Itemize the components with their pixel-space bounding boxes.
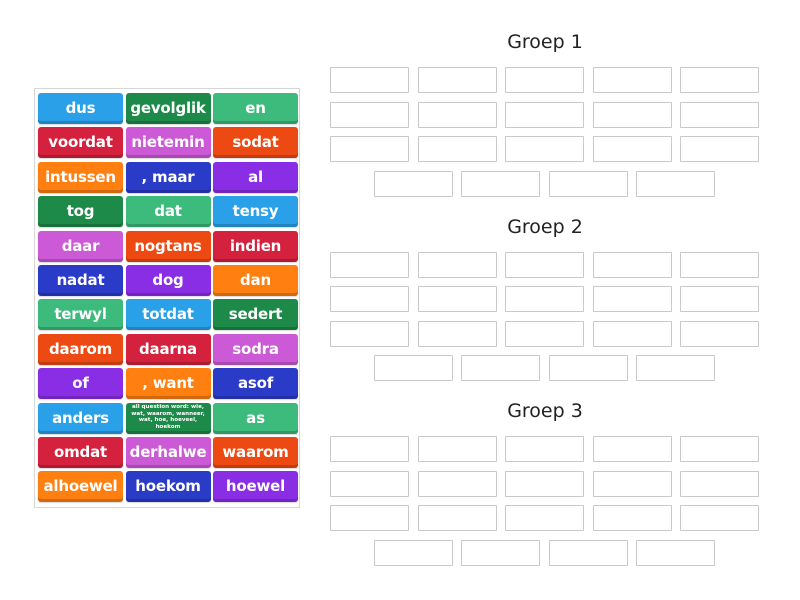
drop-slot[interactable] <box>505 286 584 313</box>
drop-slot[interactable] <box>680 320 759 347</box>
drop-slot[interactable] <box>330 251 409 278</box>
word-tile[interactable]: dan <box>213 265 298 296</box>
drop-slot[interactable] <box>680 251 759 278</box>
drop-slot[interactable] <box>417 286 497 313</box>
word-tile[interactable]: all question word: wie, wat, waarom, wan… <box>125 402 211 434</box>
word-tile[interactable]: , maar <box>125 161 211 193</box>
drop-slot[interactable] <box>330 436 409 462</box>
word-tile[interactable]: sedert <box>213 299 298 331</box>
word-tile[interactable]: alhoewel <box>38 471 123 503</box>
drop-slot[interactable] <box>505 101 584 128</box>
drop-slot[interactable] <box>330 470 409 497</box>
drop-slot[interactable] <box>505 470 584 497</box>
drop-slot[interactable] <box>461 170 541 197</box>
drop-slot[interactable] <box>592 320 672 347</box>
drop-slot[interactable] <box>330 286 409 313</box>
drop-slot[interactable] <box>636 170 716 197</box>
group-title: Groep 1 <box>507 31 583 53</box>
drop-slot[interactable] <box>330 101 409 128</box>
word-tile[interactable]: , want <box>125 368 211 400</box>
word-tile[interactable]: asof <box>213 368 298 400</box>
drop-slot[interactable] <box>680 286 759 313</box>
word-tile[interactable]: nietemin <box>125 127 211 159</box>
drop-slot[interactable] <box>505 436 584 462</box>
drop-slot[interactable] <box>417 67 497 93</box>
drop-slot[interactable] <box>505 136 584 163</box>
word-tile[interactable]: tensy <box>213 196 298 228</box>
word-tile[interactable]: nogtans <box>125 230 211 262</box>
word-tile[interactable]: terwyl <box>38 299 123 331</box>
tile-bank: dus gevolglik en voordat nietemin sodat intuss… <box>34 88 300 508</box>
drop-slot[interactable] <box>680 505 759 532</box>
drop-slot[interactable] <box>505 505 584 532</box>
word-tile[interactable]: hoewel <box>213 471 298 503</box>
drop-slot[interactable] <box>680 436 759 462</box>
word-tile[interactable]: en <box>213 93 298 124</box>
word-tile[interactable]: of <box>38 368 123 400</box>
drop-slot[interactable] <box>548 355 628 382</box>
drop-slot[interactable] <box>417 436 497 462</box>
drop-slot[interactable] <box>330 505 409 532</box>
group-title: Groep 2 <box>507 215 583 238</box>
word-tile[interactable]: intussen <box>38 161 123 193</box>
drop-slot[interactable] <box>417 101 497 128</box>
drop-slot[interactable] <box>592 251 672 278</box>
word-tile[interactable]: al <box>213 161 298 193</box>
drop-slot[interactable] <box>417 251 497 278</box>
drop-slot[interactable] <box>592 505 672 532</box>
word-tile[interactable]: indien <box>213 230 298 262</box>
drop-slot[interactable] <box>461 539 541 566</box>
word-tile[interactable]: sodra <box>213 333 298 365</box>
word-tile[interactable]: daarom <box>38 333 123 365</box>
drop-slot[interactable] <box>330 136 409 163</box>
word-tile[interactable]: anders <box>38 402 123 434</box>
drop-slot[interactable] <box>592 67 672 93</box>
drop-slot[interactable] <box>592 436 672 462</box>
word-tile[interactable]: dog <box>125 265 211 296</box>
drop-slot[interactable] <box>505 67 584 93</box>
drop-slot[interactable] <box>592 101 672 128</box>
word-tile[interactable]: dus <box>38 93 123 124</box>
drop-slot[interactable] <box>330 320 409 347</box>
drop-slot[interactable] <box>636 355 716 382</box>
drop-slot[interactable] <box>680 470 759 497</box>
word-tile[interactable]: as <box>213 402 298 434</box>
drop-slot[interactable] <box>680 136 759 163</box>
word-tile[interactable]: totdat <box>125 299 211 331</box>
drop-slot[interactable] <box>592 286 672 313</box>
word-tile[interactable]: derhalwe <box>125 437 211 468</box>
word-tile[interactable]: dat <box>125 196 211 228</box>
group-title: Groep 3 <box>507 400 583 422</box>
word-tile[interactable]: tog <box>38 196 123 228</box>
drop-slot[interactable] <box>373 355 453 382</box>
drop-slot[interactable] <box>417 320 497 347</box>
drop-slot[interactable] <box>461 355 541 382</box>
drop-slot[interactable] <box>636 539 716 566</box>
drop-slot[interactable] <box>680 67 759 93</box>
drop-slot[interactable] <box>505 320 584 347</box>
word-tile[interactable]: omdat <box>38 437 123 468</box>
word-tile[interactable]: hoekom <box>125 471 211 503</box>
drop-slot[interactable] <box>330 67 409 93</box>
drop-slot[interactable] <box>373 170 453 197</box>
drop-slot[interactable] <box>505 251 584 278</box>
drop-slot[interactable] <box>373 539 453 566</box>
drop-slot[interactable] <box>417 136 497 163</box>
drop-slot[interactable] <box>417 470 497 497</box>
word-tile[interactable]: waarom <box>213 437 298 468</box>
word-tile[interactable]: gevolglik <box>125 93 211 124</box>
word-tile[interactable]: daar <box>38 230 123 262</box>
drop-slot[interactable] <box>592 136 672 163</box>
word-tile[interactable]: sodat <box>213 127 298 159</box>
word-tile[interactable]: nadat <box>38 265 123 296</box>
drop-slot[interactable] <box>680 101 759 128</box>
word-tile[interactable]: daarna <box>125 333 211 365</box>
drop-slot[interactable] <box>417 505 497 532</box>
group-sort-activity: dus gevolglik en voordat nietemin sodat intuss… <box>0 0 800 600</box>
drop-slot[interactable] <box>592 470 672 497</box>
drop-slot[interactable] <box>548 539 628 566</box>
drop-slot[interactable] <box>548 170 628 197</box>
word-tile[interactable]: voordat <box>38 127 123 159</box>
